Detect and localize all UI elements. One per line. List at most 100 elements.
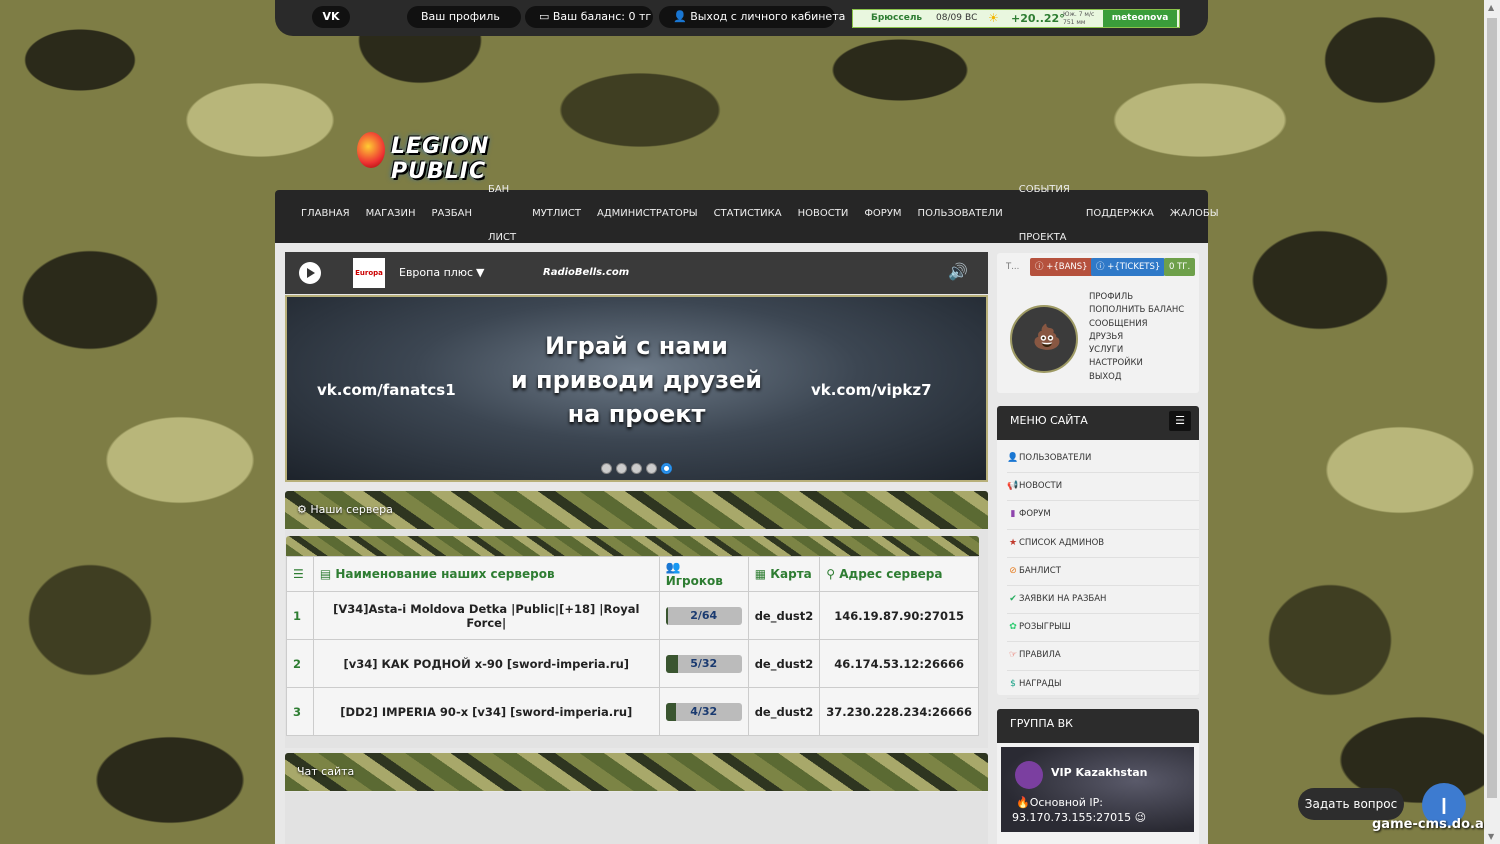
nav-item-11[interactable]: ПОДДЕРЖКА <box>1078 190 1162 238</box>
radiobells-logo[interactable]: RadioBells.com <box>543 252 629 294</box>
scrollbar[interactable]: ▲ ▼ <box>1484 0 1500 844</box>
banner-title: Играй с нами и приводи друзей на проект <box>510 332 763 428</box>
play-button[interactable] <box>299 262 321 284</box>
menu-item-label: ПРАВИЛА <box>1019 650 1061 661</box>
nav-item-0[interactable]: ГЛАВНАЯ <box>293 190 358 238</box>
nav-item-9[interactable]: ПОЛЬЗОВАТЕЛИ <box>910 190 1011 238</box>
server-address[interactable]: 37.230.228.234:26666 <box>819 687 979 736</box>
server-address[interactable]: 46.174.53.12:26666 <box>819 639 979 688</box>
slider-dot[interactable] <box>631 463 642 474</box>
scroll-thumb[interactable] <box>1487 18 1497 798</box>
menu-item-label: НАГРАДЫ <box>1019 678 1062 689</box>
site-logo[interactable]: LEGION PUBLIC <box>355 128 585 184</box>
vk-group-title: ГРУППА ВК <box>1010 717 1073 730</box>
logout-label: Выход с личного кабинета <box>690 10 846 23</box>
balance-link[interactable]: ▭ Ваш баланс: 0 тг <box>525 6 653 28</box>
nav-item-2[interactable]: РАЗБАН <box>423 190 480 238</box>
table-row[interactable]: 3 [DD2] IMPERIA 90-x [v34] [sword-imperia… <box>286 687 979 736</box>
profile-link-3[interactable]: ДРУЗЬЯ <box>1089 331 1184 344</box>
menu-item[interactable]: ☞ ПРАВИЛА <box>1007 642 1199 671</box>
site-menu-header: МЕНЮ САЙТА ☰ <box>997 406 1199 440</box>
weather-date: 08/09 <box>936 13 962 23</box>
nav-item-12[interactable]: ЖАЛОБЫ <box>1162 190 1227 238</box>
smile-icon: 😉 <box>1131 811 1147 824</box>
profile-link-6[interactable]: ВЫХОД <box>1089 371 1184 384</box>
bans-badge[interactable]: ⓘ +{BANS} <box>1030 258 1093 276</box>
station-name[interactable]: Европа плюс <box>399 252 473 294</box>
server-map: de_dust2 <box>747 591 821 640</box>
servers-title: Наши сервера <box>310 503 393 516</box>
banner-left-link: vk.com/fanatcs1 <box>317 381 456 399</box>
server-players: 2/64 <box>658 591 749 640</box>
col-address: ⚲ Адрес сервера <box>819 556 979 592</box>
server-num: 1 <box>286 591 314 640</box>
server-name[interactable]: [v34] КАК РОДНОЙ x-90 [sword-imperia.ru] <box>312 639 660 688</box>
station-dropdown-icon[interactable]: ▼ <box>476 252 484 294</box>
tickets-badge[interactable]: ⓘ +{TICKETS} <box>1091 258 1166 276</box>
chat-header: Чат сайта <box>285 753 988 791</box>
profile-link-4[interactable]: УСЛУГИ <box>1089 344 1184 357</box>
vk-group-avatar <box>1015 761 1043 789</box>
vk-card-line2: 93.170.73.155:27015 <box>1012 811 1132 824</box>
user-icon: 👤 <box>673 10 691 23</box>
hamburger-icon[interactable]: ☰ <box>1169 411 1191 431</box>
server-name[interactable]: [V34]Asta-i Moldova Detka |Public|[+18] … <box>312 591 660 640</box>
table-row[interactable]: 1 [V34]Asta-i Moldova Detka |Public|[+18]… <box>286 591 979 640</box>
menu-item[interactable]: 👤ПОЛЬЗОВАТЕЛИ <box>1007 445 1199 474</box>
vk-group-widget: ГРУППА ВК VIP Kazakhstan 🔥Основной IP: 9… <box>997 709 1199 844</box>
menu-item[interactable]: ▮ ФОРУМ <box>1007 501 1199 530</box>
menu-item[interactable]: ⊘ БАНЛИСТ <box>1007 558 1199 586</box>
menu-item-label: НОВОСТИ <box>1019 481 1063 492</box>
menu-item[interactable]: $ НАГРАДЫ <box>1007 671 1199 699</box>
server-name[interactable]: [DD2] IMPERIA 90-x [v34] [sword-imperia.… <box>312 687 660 736</box>
players-text: 4/32 <box>690 704 718 718</box>
nav-item-7[interactable]: НОВОСТИ <box>790 190 857 238</box>
profile-link[interactable]: Ваш профиль <box>407 6 521 28</box>
nav-item-5[interactable]: АДМИНИСТРАТОРЫ <box>589 190 706 238</box>
slider-dot[interactable] <box>616 463 627 474</box>
col-map-label: Карта <box>770 567 812 581</box>
balance-badge[interactable]: 0 ТГ. <box>1164 258 1196 276</box>
volume-icon[interactable]: 🔊 <box>948 262 968 281</box>
weather-widget[interactable]: Брюссель 08/09 ВС ☀ +20..22° Юж. 7 м/с 7… <box>852 9 1180 28</box>
nav-item-4[interactable]: МУТЛИСТ <box>524 190 589 238</box>
top-bar: VK Ваш профиль ▭ Ваш баланс: 0 тг 👤 Выхо… <box>275 0 1208 36</box>
hand-pointer-icon: ☞ <box>1008 650 1018 661</box>
nav-item-8[interactable]: ФОРУМ <box>856 190 909 238</box>
servers-table: ☰ ▤ Наименование наших серверов 👥 Игроко… <box>286 556 979 736</box>
avatar[interactable]: 💩 <box>1010 305 1078 373</box>
promo-slider[interactable]: Играй с нами и приводи друзей на проект … <box>285 295 988 482</box>
slider-dot[interactable] <box>646 463 657 474</box>
vk-icon[interactable]: VK <box>312 6 350 28</box>
chat-panel[interactable] <box>285 792 988 844</box>
menu-item[interactable]: ✔ ЗАЯВКИ НА РАЗБАН <box>1007 586 1199 615</box>
logout-link[interactable]: 👤 Выход с личного кабинета <box>659 6 845 28</box>
slider-dot[interactable] <box>661 463 672 474</box>
table-row[interactable]: 2 [v34] КАК РОДНОЙ x-90 [sword-imperia.ru… <box>286 639 979 688</box>
vk-group-card[interactable]: VIP Kazakhstan 🔥Основной IP: 93.170.73.1… <box>1001 747 1194 832</box>
profile-link-1[interactable]: ПОПОЛНИТЬ БАЛАНС <box>1089 304 1184 317</box>
scroll-up-icon[interactable]: ▲ <box>1488 3 1494 12</box>
menu-item[interactable]: 📢НОВОСТИ <box>1007 473 1199 502</box>
menu-item[interactable]: ★ СПИСОК АДМИНОВ <box>1007 530 1199 558</box>
profile-link-5[interactable]: НАСТРОЙКИ <box>1089 357 1184 370</box>
ask-question-label[interactable]: Задать вопрос <box>1298 788 1404 820</box>
server-players: 5/32 <box>658 639 749 688</box>
fire-icon: 🔥 <box>1016 796 1030 809</box>
menu-item-label: РОЗЫГРЫШ <box>1019 622 1071 633</box>
slider-dot[interactable] <box>601 463 612 474</box>
menu-item-label: БАНЛИСТ <box>1019 565 1061 576</box>
menu-item-label: ФОРУМ <box>1019 509 1051 520</box>
tickets-badge-label: +{TICKETS} <box>1107 262 1161 272</box>
players-bar: 4/32 <box>665 702 742 721</box>
scroll-down-icon[interactable]: ▼ <box>1488 832 1494 841</box>
server-players: 4/32 <box>658 687 749 736</box>
nav-item-1[interactable]: МАГАЗИН <box>358 190 424 238</box>
menu-item[interactable]: ✿ РОЗЫГРЫШ <box>1007 614 1199 643</box>
nav-item-6[interactable]: СТАТИСТИКА <box>706 190 790 238</box>
server-address[interactable]: 146.19.87.90:27015 <box>819 591 979 640</box>
profile-tab[interactable]: Т... <box>1001 258 1024 276</box>
profile-link-2[interactable]: СООБЩЕНИЯ <box>1089 318 1184 331</box>
menu-item-label: ПОЛЬЗОВАТЕЛИ <box>1019 453 1092 463</box>
profile-link-0[interactable]: ПРОФИЛЬ <box>1089 291 1184 304</box>
